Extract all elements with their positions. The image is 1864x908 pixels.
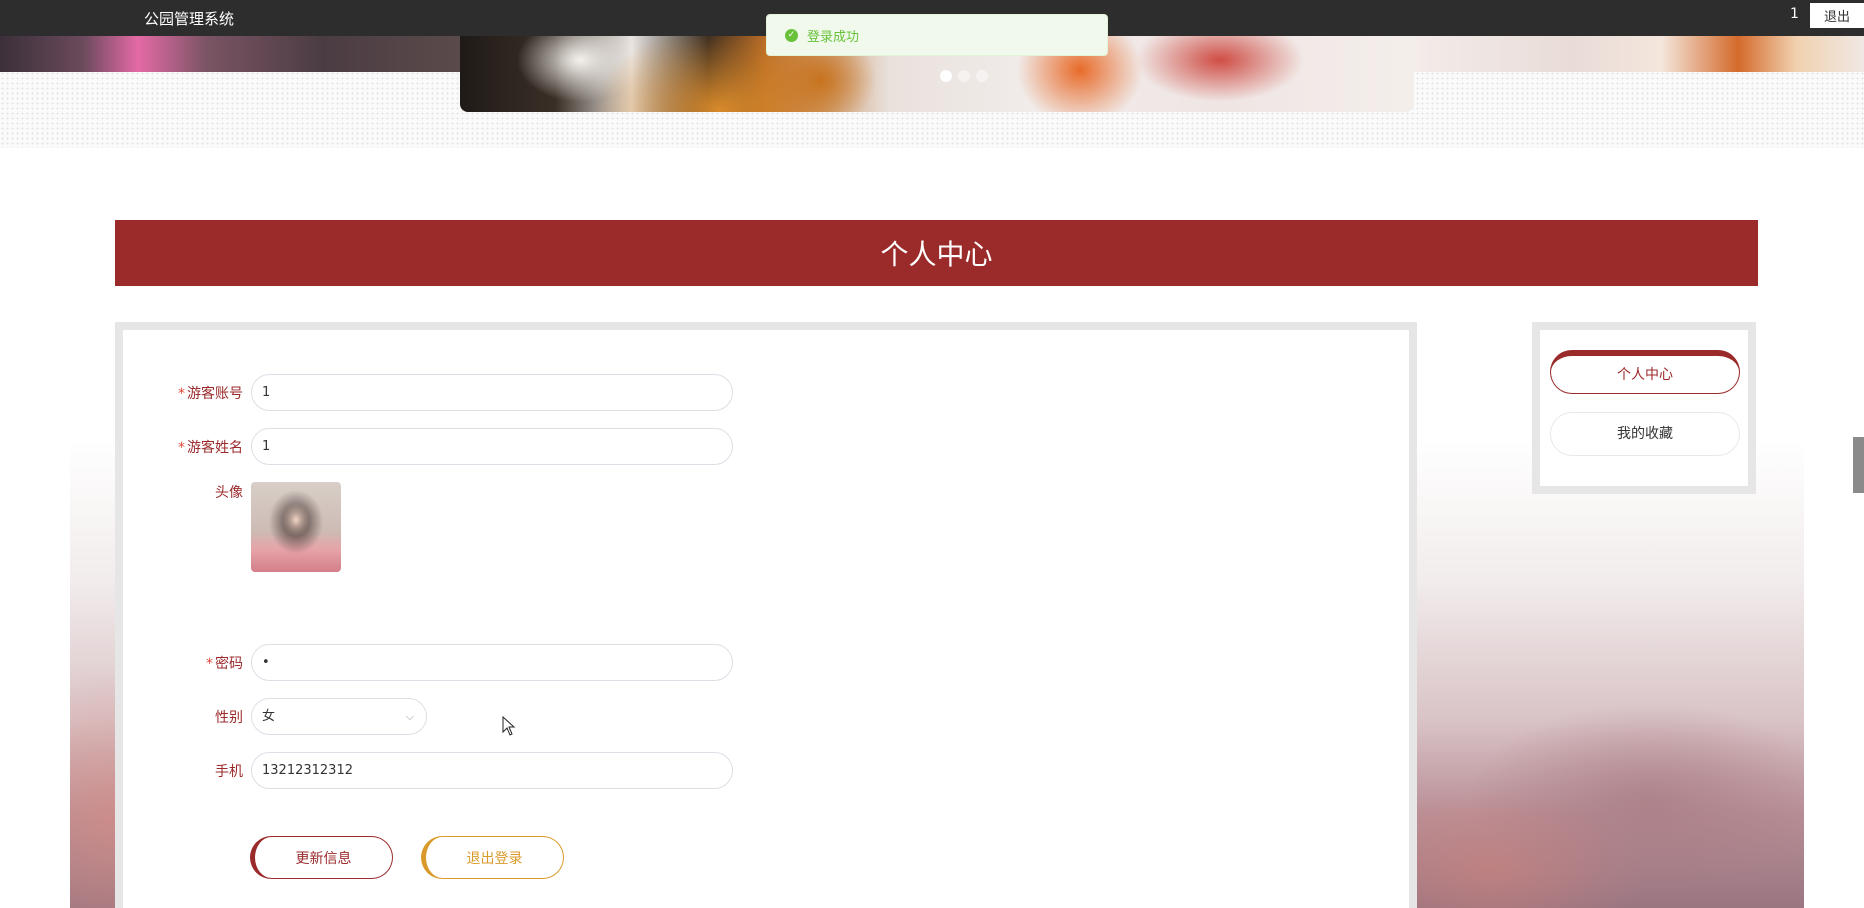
account-label: * 游客账号 xyxy=(178,386,243,402)
scrollbar-thumb[interactable] xyxy=(1853,437,1864,493)
carousel-dot[interactable] xyxy=(976,70,988,82)
logout-button[interactable]: 退出登录 xyxy=(421,836,564,879)
success-toast: ✓ 登录成功 xyxy=(766,14,1108,56)
check-circle-icon: ✓ xyxy=(785,28,798,42)
banner-image-left xyxy=(0,36,460,72)
profile-form-panel: * 游客账号 1 * 游客姓名 1 头像 * 密码 • 性别 女 ⌵ 手机 13212… xyxy=(115,322,1417,908)
sidebar-item-favorites[interactable]: 我的收藏 xyxy=(1550,412,1740,456)
phone-label: 手机 xyxy=(215,764,243,780)
carousel-dot[interactable] xyxy=(958,70,970,82)
toast-message: 登录成功 xyxy=(807,29,860,45)
update-info-button[interactable]: 更新信息 xyxy=(250,836,393,879)
page-title: 个人中心 xyxy=(115,220,1758,286)
password-label: * 密码 xyxy=(206,656,243,672)
carousel-indicators xyxy=(940,70,988,82)
banner-image-right xyxy=(1414,36,1864,72)
sidebar-item-profile[interactable]: 个人中心 xyxy=(1550,350,1740,394)
mouse-cursor-icon xyxy=(502,716,516,736)
name-input[interactable]: 1 xyxy=(251,428,733,465)
carousel-dot[interactable] xyxy=(940,70,952,82)
avatar-label: 头像 xyxy=(215,485,243,501)
logout-button-top[interactable]: 退出 xyxy=(1810,3,1864,28)
account-input[interactable]: 1 xyxy=(251,374,733,411)
app-title: 公园管理系统 xyxy=(144,10,235,28)
password-input[interactable]: • xyxy=(251,644,733,681)
sidebar: 个人中心 我的收藏 xyxy=(1532,322,1756,494)
avatar-image[interactable] xyxy=(251,482,341,572)
gender-label: 性别 xyxy=(215,710,243,726)
phone-input[interactable]: 13212312312 xyxy=(251,752,733,789)
name-label: * 游客姓名 xyxy=(178,440,243,456)
current-user: 1 xyxy=(1790,6,1799,22)
gender-select[interactable]: 女 ⌵ xyxy=(251,698,427,735)
chevron-down-icon: ⌵ xyxy=(405,710,414,723)
gender-selected-value: 女 xyxy=(262,709,276,724)
